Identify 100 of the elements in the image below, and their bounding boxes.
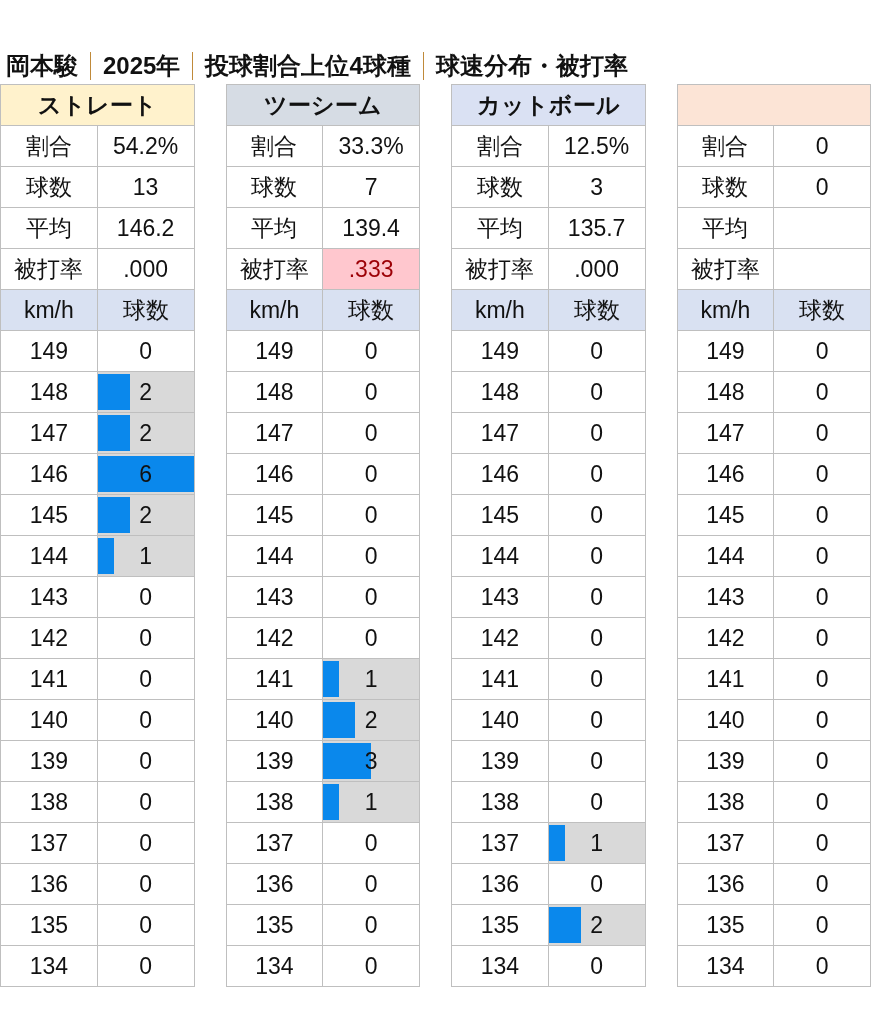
table-cell: 134 [226, 945, 323, 987]
table-cell: 0 [773, 781, 871, 823]
table-cell: 1 [139, 542, 152, 569]
column-header: 球数 [773, 289, 871, 331]
table-cell: 0 [322, 330, 420, 372]
table-cell: 2 [364, 706, 378, 733]
table-cell: 0 [548, 412, 645, 454]
stat-label: 割合 [677, 125, 774, 167]
stat-value: 13 [97, 166, 194, 208]
table-cell: 0 [773, 453, 871, 495]
table-cell: 0 [97, 863, 194, 905]
table-cell: 141 [0, 658, 98, 700]
table-cell: 149 [226, 330, 323, 372]
table-cell: 141 [677, 658, 774, 700]
table-cell: 0 [773, 822, 871, 864]
table-cell: 141 [226, 658, 323, 700]
table-cell: 140 [226, 699, 323, 741]
table-cell: 139 [0, 740, 98, 782]
table-cell: 146 [226, 453, 323, 495]
table-cell: 138 [677, 781, 774, 823]
table-cell: 0 [773, 740, 871, 782]
table-cell: 0 [773, 576, 871, 618]
table-cell: 136 [677, 863, 774, 905]
stat-label: 割合 [0, 125, 98, 167]
table-cell: 0 [97, 945, 194, 987]
pitch-type-header: ストレート [0, 84, 194, 126]
stat-label: 平均 [451, 207, 549, 249]
stat-label: 被打率 [0, 248, 98, 290]
stat-value: 3 [548, 166, 645, 208]
column-header: km/h [451, 289, 549, 331]
stat-value: .000 [548, 248, 645, 290]
stat-label: 被打率 [677, 248, 774, 290]
table-cell: 0 [548, 371, 645, 413]
table-cell: 0 [97, 740, 194, 782]
stat-label: 被打率 [226, 248, 323, 290]
table-cell: 147 [451, 412, 549, 454]
table-cell: 2 [139, 419, 152, 446]
stat-value: 12.5% [548, 125, 645, 167]
table-cell: 0 [97, 617, 194, 659]
table-cell: 0 [773, 658, 871, 700]
table-cell: 0 [548, 617, 645, 659]
table-cell: 136 [451, 863, 549, 905]
table-cell: 137 [226, 822, 323, 864]
table-cell: 144 [0, 535, 98, 577]
column-header: km/h [0, 289, 98, 331]
stat-value: .333 [322, 248, 420, 290]
table-cell: 142 [0, 617, 98, 659]
table-cell: 148 [226, 371, 323, 413]
title-text: 投球割合上位4球種 [205, 51, 411, 81]
stat-label: 球数 [0, 166, 98, 208]
table-cell: 144 [451, 535, 549, 577]
table-cell: 145 [0, 494, 98, 536]
table-cell: 0 [97, 658, 194, 700]
table-cell: 139 [677, 740, 774, 782]
stat-label: 球数 [677, 166, 774, 208]
table-cell: 0 [548, 453, 645, 495]
title-text: 球速分布・被打率 [435, 51, 628, 81]
table-cell: 0 [773, 945, 871, 987]
table-cell: 0 [773, 904, 871, 946]
table-cell: 136 [226, 863, 323, 905]
stat-label: 割合 [226, 125, 323, 167]
table-cell: 0 [322, 371, 420, 413]
table-cell: 143 [226, 576, 323, 618]
stat-label: 割合 [451, 125, 549, 167]
table-cell: 134 [451, 945, 549, 987]
table-cell: 0 [773, 371, 871, 413]
column-header: km/h [677, 289, 774, 331]
stat-value: 7 [322, 166, 420, 208]
table-cell: 137 [677, 822, 774, 864]
table-cell: 142 [451, 617, 549, 659]
pitch-type-header: ツーシーム [226, 84, 420, 126]
table-cell: 142 [677, 617, 774, 659]
column-header: 球数 [97, 289, 194, 331]
table-cell: 1 [364, 788, 378, 815]
table-cell: 0 [548, 740, 645, 782]
column-header: 球数 [322, 289, 420, 331]
stat-value: .000 [97, 248, 194, 290]
table-cell: 0 [548, 535, 645, 577]
table-cell: 148 [451, 371, 549, 413]
table-cell: 138 [0, 781, 98, 823]
table-cell: 0 [548, 781, 645, 823]
table-cell: 0 [97, 822, 194, 864]
table-cell: 134 [677, 945, 774, 987]
table-cell: 147 [0, 412, 98, 454]
table-cell: 0 [322, 863, 420, 905]
title-text: 岡本駿 [6, 51, 78, 81]
table-cell: 148 [677, 371, 774, 413]
table-cell: 135 [451, 904, 549, 946]
table-cell: 146 [677, 453, 774, 495]
stat-value: 33.3% [322, 125, 420, 167]
table-cell: 135 [226, 904, 323, 946]
table-cell: 146 [0, 453, 98, 495]
title-text: 2025年 [103, 51, 181, 81]
table-cell: 0 [548, 863, 645, 905]
table-cell: 143 [0, 576, 98, 618]
table-cell: 139 [226, 740, 323, 782]
table-cell: 0 [322, 576, 420, 618]
table-cell: 148 [0, 371, 98, 413]
table-cell: 0 [322, 945, 420, 987]
table-cell: 149 [0, 330, 98, 372]
